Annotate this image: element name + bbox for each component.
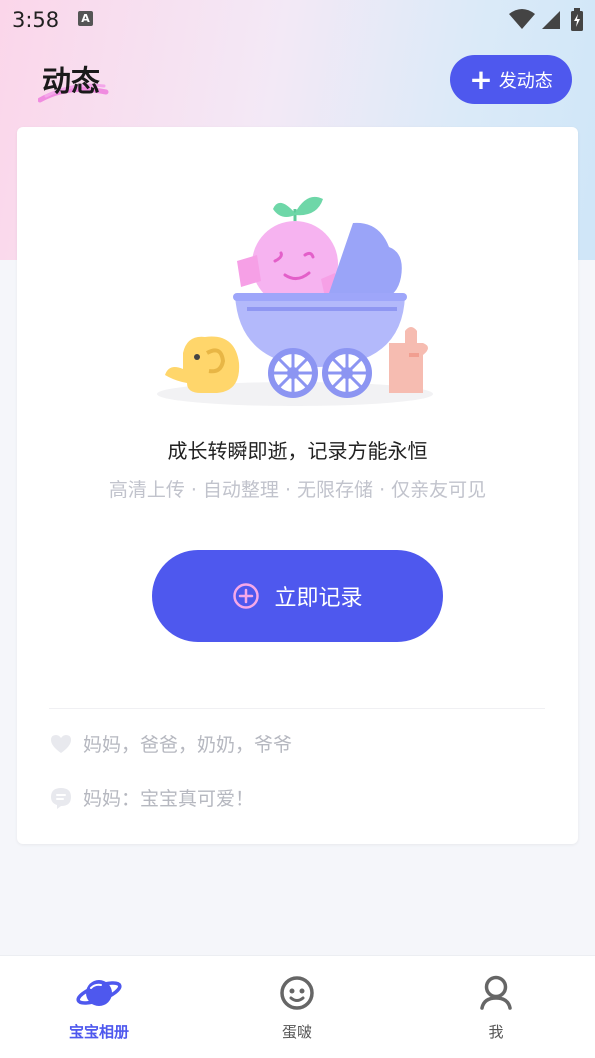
tab-label: 宝宝相册 <box>68 1023 129 1041</box>
tab-label: 我 <box>488 1023 504 1041</box>
battery-icon <box>571 8 583 31</box>
card-divider <box>49 708 545 709</box>
bottom-tab-bar: 宝宝相册 蛋啵 我 <box>0 955 595 1058</box>
planet-icon <box>0 974 198 1012</box>
post-update-button[interactable]: + 发动态 <box>450 55 572 104</box>
tab-label: 蛋啵 <box>281 1023 312 1041</box>
likes-text: 妈妈，爸爸，奶奶，爷爷 <box>83 734 293 756</box>
notification-icon: A <box>78 11 93 26</box>
empty-state-subline: 高清上传 · 自动整理 · 无限存储 · 仅亲友可见 <box>108 479 487 501</box>
empty-state-card: 成长转瞬即逝，记录方能永恒 高清上传 · 自动整理 · 无限存储 · 仅亲友可见… <box>17 127 578 844</box>
tab-danbo[interactable]: 蛋啵 <box>198 956 396 1058</box>
likes-row: 妈妈，爸爸，奶奶，爷爷 <box>49 730 292 757</box>
comment-text: 妈妈：宝宝真可爱！ <box>83 788 255 810</box>
signal-icon <box>542 11 560 29</box>
heart-icon <box>49 732 73 756</box>
record-now-label: 立即记录 <box>274 586 363 611</box>
empty-state-headline: 成长转瞬即逝，记录方能永恒 <box>167 439 428 463</box>
page-title-block: 动态 <box>38 56 118 106</box>
wifi-icon <box>509 9 535 29</box>
tab-baby-album[interactable]: 宝宝相册 <box>0 956 198 1058</box>
tab-me[interactable]: 我 <box>397 956 595 1058</box>
record-now-button[interactable]: 立即记录 <box>152 550 443 642</box>
status-bar: 3:58 A <box>0 0 595 40</box>
baby-stroller-illustration <box>157 196 433 406</box>
comment-row: 妈妈：宝宝真可爱！ <box>49 784 254 811</box>
face-icon <box>198 974 396 1012</box>
comment-icon <box>49 786 73 810</box>
status-time: 3:58 <box>12 8 60 32</box>
plus-icon: + <box>469 62 493 96</box>
profile-icon <box>397 974 595 1012</box>
add-record-icon <box>232 582 260 610</box>
page-title: 动态 <box>42 64 101 98</box>
post-update-label: 发动态 <box>498 70 553 92</box>
